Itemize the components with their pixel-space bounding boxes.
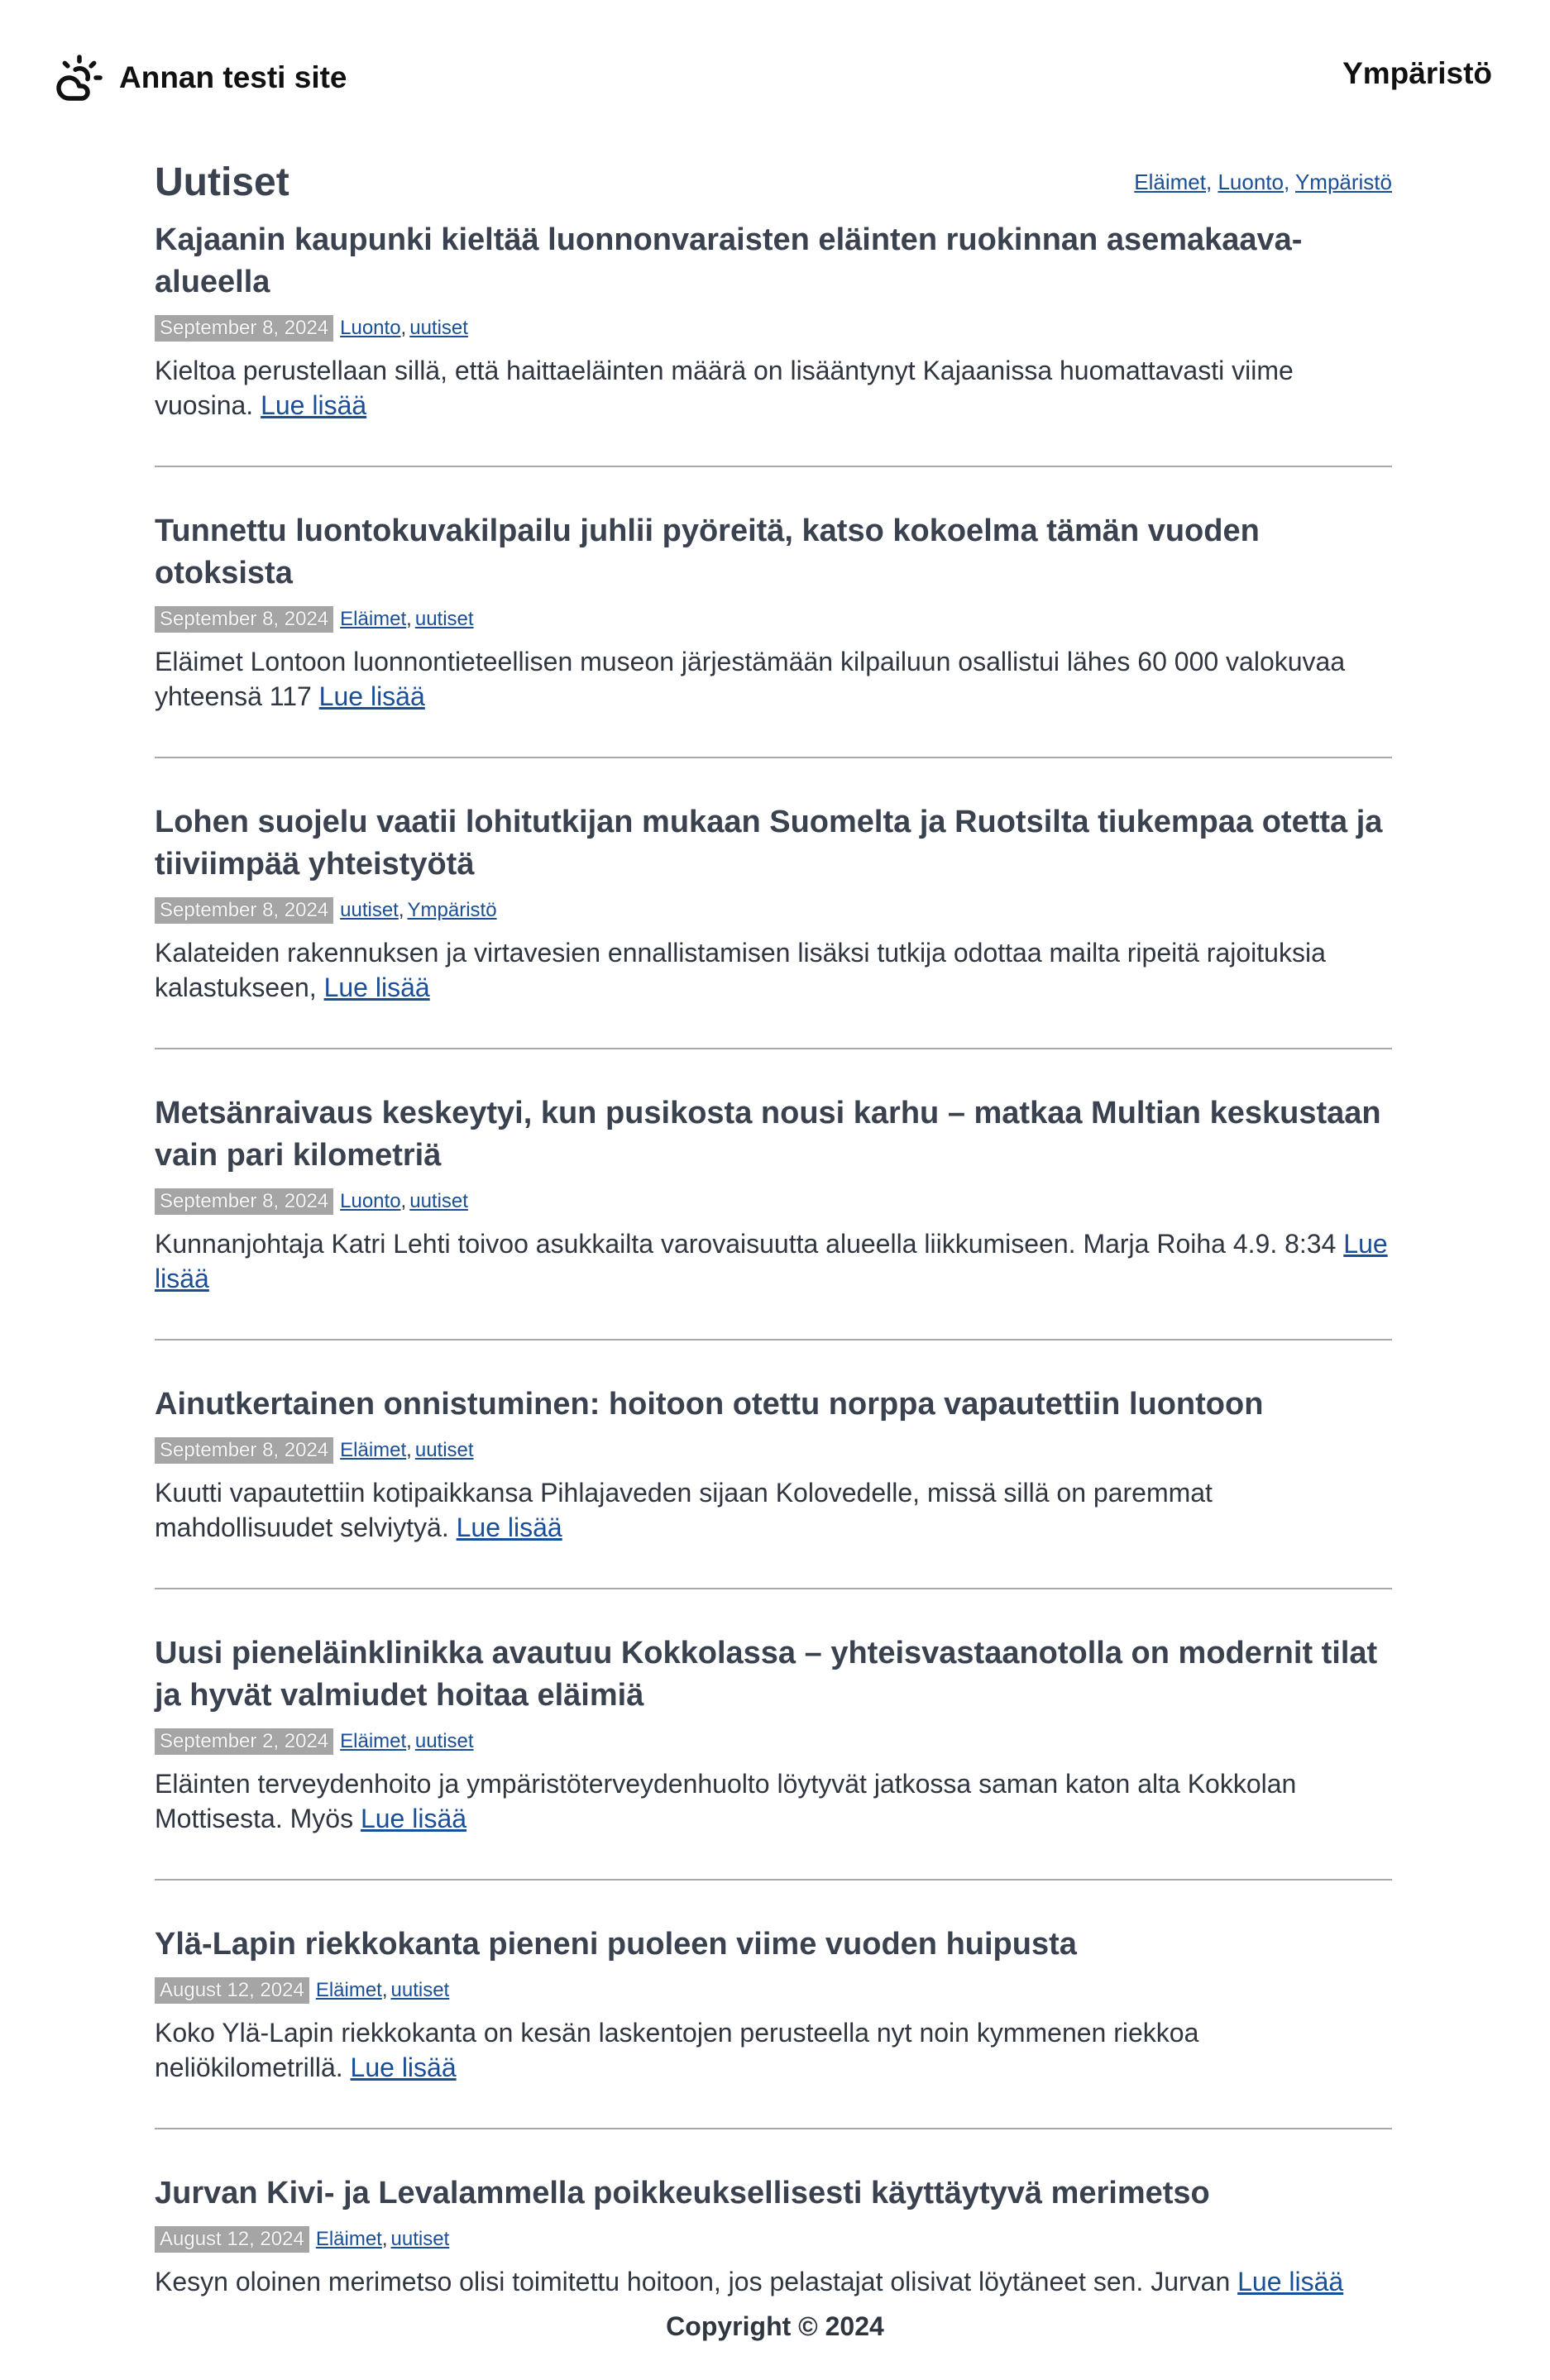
post-title-link[interactable]: Lohen suojelu vaatii lohitutkijan mukaan… [155,805,1382,882]
post-date: September 8, 2024 [155,1188,334,1215]
post-tag-link[interactable]: uutiset [415,606,474,633]
post-title-link[interactable]: Metsänraivaus keskeytyi, kun pusikosta n… [155,1096,1381,1173]
read-more-link[interactable]: Lue lisää [457,1513,562,1542]
post-date: September 2, 2024 [155,1728,334,1755]
post-title: Uusi pieneläinklinikka avautuu Kokkolass… [155,1632,1392,1717]
post-tag-link[interactable]: Luonto [340,1188,400,1215]
post-meta: September 8, 2024 Luonto, uutiset [155,1188,1392,1215]
post-item: Ylä-Lapin riekkokanta pieneni puoleen vi… [155,1924,1392,2129]
post-title: Metsänraivaus keskeytyi, kun pusikosta n… [155,1092,1392,1177]
post-tag-link[interactable]: uutiset [415,1728,474,1755]
post-excerpt: Eläinten terveydenhoito ja ympäristöterv… [155,1769,1297,1833]
read-more-link[interactable]: Lue lisää [351,2053,457,2082]
post-excerpt: Kuutti vapautettiin kotipaikkansa Pihlaj… [155,1478,1213,1542]
post-meta: August 12, 2024 Eläimet, uutiset [155,2226,1392,2253]
post-meta: September 8, 2024 uutiset, Ympäristö [155,897,1392,924]
read-more-link[interactable]: Lue lisää [324,973,430,1002]
site-footer: Copyright © 2024 [0,2311,1550,2342]
post-list: Kajaanin kaupunki kieltää luonnonvaraist… [155,219,1392,2299]
post-excerpt: Koko Ylä-Lapin riekkokanta on kesän lask… [155,2018,1199,2082]
post-date: September 8, 2024 [155,315,334,342]
site-logo-link[interactable]: Annan testi site [55,51,347,104]
post-excerpt: Eläimet Lontoon luonnontieteellisen muse… [155,647,1346,711]
post-meta: August 12, 2024 Eläimet, uutiset [155,1977,1392,2004]
post-tag-link[interactable]: Eläimet [340,606,406,633]
read-more-link[interactable]: Lue lisää [319,681,425,711]
post-title: Lohen suojelu vaatii lohitutkijan mukaan… [155,801,1392,886]
post-title-link[interactable]: Uusi pieneläinklinikka avautuu Kokkolass… [155,1636,1377,1713]
site-header: Annan testi site Ympäristö [0,0,1550,157]
post-item: Metsänraivaus keskeytyi, kun pusikosta n… [155,1092,1392,1341]
post-title: Ylä-Lapin riekkokanta pieneni puoleen vi… [155,1924,1392,1966]
post-date: August 12, 2024 [155,1977,309,2004]
post-tag-link[interactable]: uutiset [409,315,468,342]
copyright-text: Copyright © 2024 [666,2311,884,2341]
tag-link-elaimet[interactable]: Eläimet [1134,170,1206,194]
post-tag-link[interactable]: uutiset [409,1188,468,1215]
main-content: Uutiset Eläimet, Luonto, Ympäristö Kajaa… [155,153,1392,2299]
post-meta: September 8, 2024 Eläimet, uutiset [155,1437,1392,1464]
post-title-link[interactable]: Ainutkertainen onnistuminen: hoitoon ote… [155,1387,1263,1422]
site-name: Annan testi site [119,60,347,94]
post-tag-link[interactable]: Eläimet [340,1437,406,1464]
post-tag-link[interactable]: Luonto [340,315,400,342]
post-date: September 8, 2024 [155,606,334,633]
post-item: Kajaanin kaupunki kieltää luonnonvaraist… [155,219,1392,467]
post-tag-link[interactable]: Eläimet [340,1728,406,1755]
post-excerpt: Kunnanjohtaja Katri Lehti toivoo asukkai… [155,1229,1388,1293]
post-item: Ainutkertainen onnistuminen: hoitoon ote… [155,1384,1392,1589]
post-excerpt: Kalateiden rakennuksen ja virtavesien en… [155,938,1326,1002]
post-title: Tunnettu luontokuvakilpailu juhlii pyöre… [155,510,1392,595]
nav-link-ymparisto[interactable]: Ympäristö [1342,56,1492,91]
post-title: Kajaanin kaupunki kieltää luonnonvaraist… [155,219,1392,303]
read-more-link[interactable]: Lue lisää [261,390,366,420]
post-title-link[interactable]: Ylä-Lapin riekkokanta pieneni puoleen vi… [155,1927,1077,1962]
post-item: Uusi pieneläinklinikka avautuu Kokkolass… [155,1632,1392,1881]
post-tag-link[interactable]: Eläimet [316,2226,382,2253]
post-date: September 8, 2024 [155,897,334,924]
post-excerpt: Kesyn oloinen merimetso olisi toimitettu… [155,2267,1344,2296]
read-more-link[interactable]: Lue lisää [361,1804,466,1833]
post-date: September 8, 2024 [155,1437,334,1464]
post-title: Jurvan Kivi- ja Levalammella poikkeuksel… [155,2172,1392,2215]
post-tag-link[interactable]: uutiset [415,1437,474,1464]
post-title: Ainutkertainen onnistuminen: hoitoon ote… [155,1384,1392,1426]
post-title-link[interactable]: Kajaanin kaupunki kieltää luonnonvaraist… [155,222,1302,299]
post-tag-link[interactable]: Eläimet [316,1977,382,2004]
post-tag-link[interactable]: uutiset [391,2226,450,2253]
post-item: Tunnettu luontokuvakilpailu juhlii pyöre… [155,510,1392,758]
page-header: Uutiset Eläimet, Luonto, Ympäristö [155,153,1392,213]
post-tag-link[interactable]: uutiset [340,897,399,924]
post-excerpt: Kieltoa perustellaan sillä, että haittae… [155,356,1294,420]
read-more-link[interactable]: Lue lisää [1237,2267,1343,2296]
post-item: Jurvan Kivi- ja Levalammella poikkeuksel… [155,2172,1392,2299]
post-tag-link[interactable]: Ympäristö [408,897,497,924]
cloud-sun-icon [56,55,103,101]
post-title-link[interactable]: Tunnettu luontokuvakilpailu juhlii pyöre… [155,514,1260,590]
post-date: August 12, 2024 [155,2226,309,2253]
tag-filter: Eläimet, Luonto, Ympäristö [1134,170,1392,194]
post-tag-link[interactable]: uutiset [391,1977,450,2004]
tag-link-luonto[interactable]: Luonto [1218,170,1284,194]
post-meta: September 8, 2024 Eläimet, uutiset [155,606,1392,633]
post-meta: September 8, 2024 Luonto, uutiset [155,315,1392,342]
post-meta: September 2, 2024 Eläimet, uutiset [155,1728,1392,1755]
post-item: Lohen suojelu vaatii lohitutkijan mukaan… [155,801,1392,1049]
post-title-link[interactable]: Jurvan Kivi- ja Levalammella poikkeuksel… [155,2176,1210,2210]
tag-link-ymparisto[interactable]: Ympäristö [1295,170,1392,194]
